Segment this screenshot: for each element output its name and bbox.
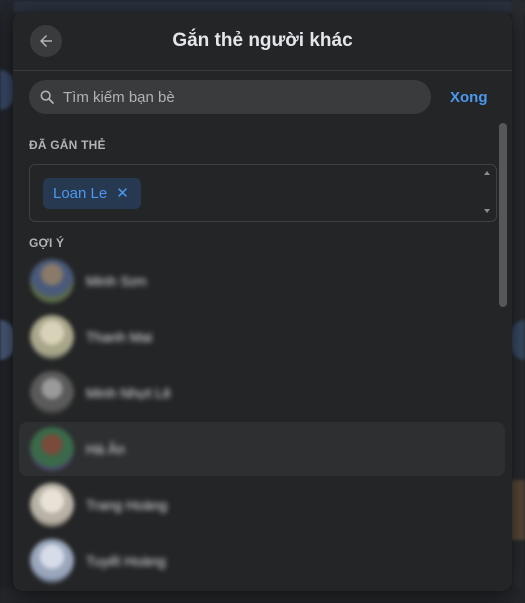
friend-name: Hà Ân — [86, 441, 125, 457]
chevron-up-icon[interactable] — [484, 171, 490, 175]
avatar — [30, 483, 74, 527]
tagged-people-box: Loan Le ✕ — [29, 164, 497, 222]
dialog-title: Gắn thẻ người khác — [172, 30, 353, 51]
suggestions-section-label: GỢI Ý — [29, 236, 65, 250]
close-icon[interactable]: ✕ — [116, 186, 129, 201]
search-input[interactable] — [57, 88, 431, 106]
list-item[interactable]: Minh Sơn — [19, 254, 505, 308]
avatar — [30, 539, 74, 583]
tagged-chip[interactable]: Loan Le ✕ — [43, 178, 141, 209]
avatar — [30, 371, 74, 415]
tagged-section-label: ĐÃ GẮN THẺ — [29, 138, 106, 152]
friend-name: Thanh Mai — [86, 329, 153, 345]
tagged-chip-label: Loan Le — [53, 185, 108, 202]
list-scrollbar[interactable] — [499, 123, 507, 307]
friend-name: Tuyết Hoàng — [86, 553, 166, 569]
avatar — [30, 259, 74, 303]
friend-name: Minh Nhựt Lê — [86, 385, 171, 401]
search-icon — [39, 88, 57, 106]
list-item[interactable]: Thanh Mai — [19, 310, 505, 364]
avatar — [30, 427, 74, 471]
list-item[interactable]: Minh Nhựt Lê — [19, 366, 505, 420]
chevron-down-icon[interactable] — [484, 209, 490, 213]
search-box[interactable] — [29, 80, 431, 114]
done-button[interactable]: Xong — [450, 89, 488, 106]
tag-people-dialog: Gắn thẻ người khác Xong ĐÃ GẮN THẺ Loan … — [13, 12, 512, 591]
dialog-header: Gắn thẻ người khác — [13, 12, 512, 71]
friend-name: Minh Sơn — [86, 273, 147, 289]
friend-name: Trang Hoàng — [86, 497, 168, 513]
list-item[interactable]: Tuyết Hoàng — [19, 534, 505, 588]
avatar — [30, 315, 74, 359]
list-item[interactable]: Hà Ân — [19, 422, 505, 476]
list-item[interactable]: Trang Hoàng — [19, 478, 505, 532]
tagged-box-scrollbar[interactable] — [481, 167, 494, 217]
